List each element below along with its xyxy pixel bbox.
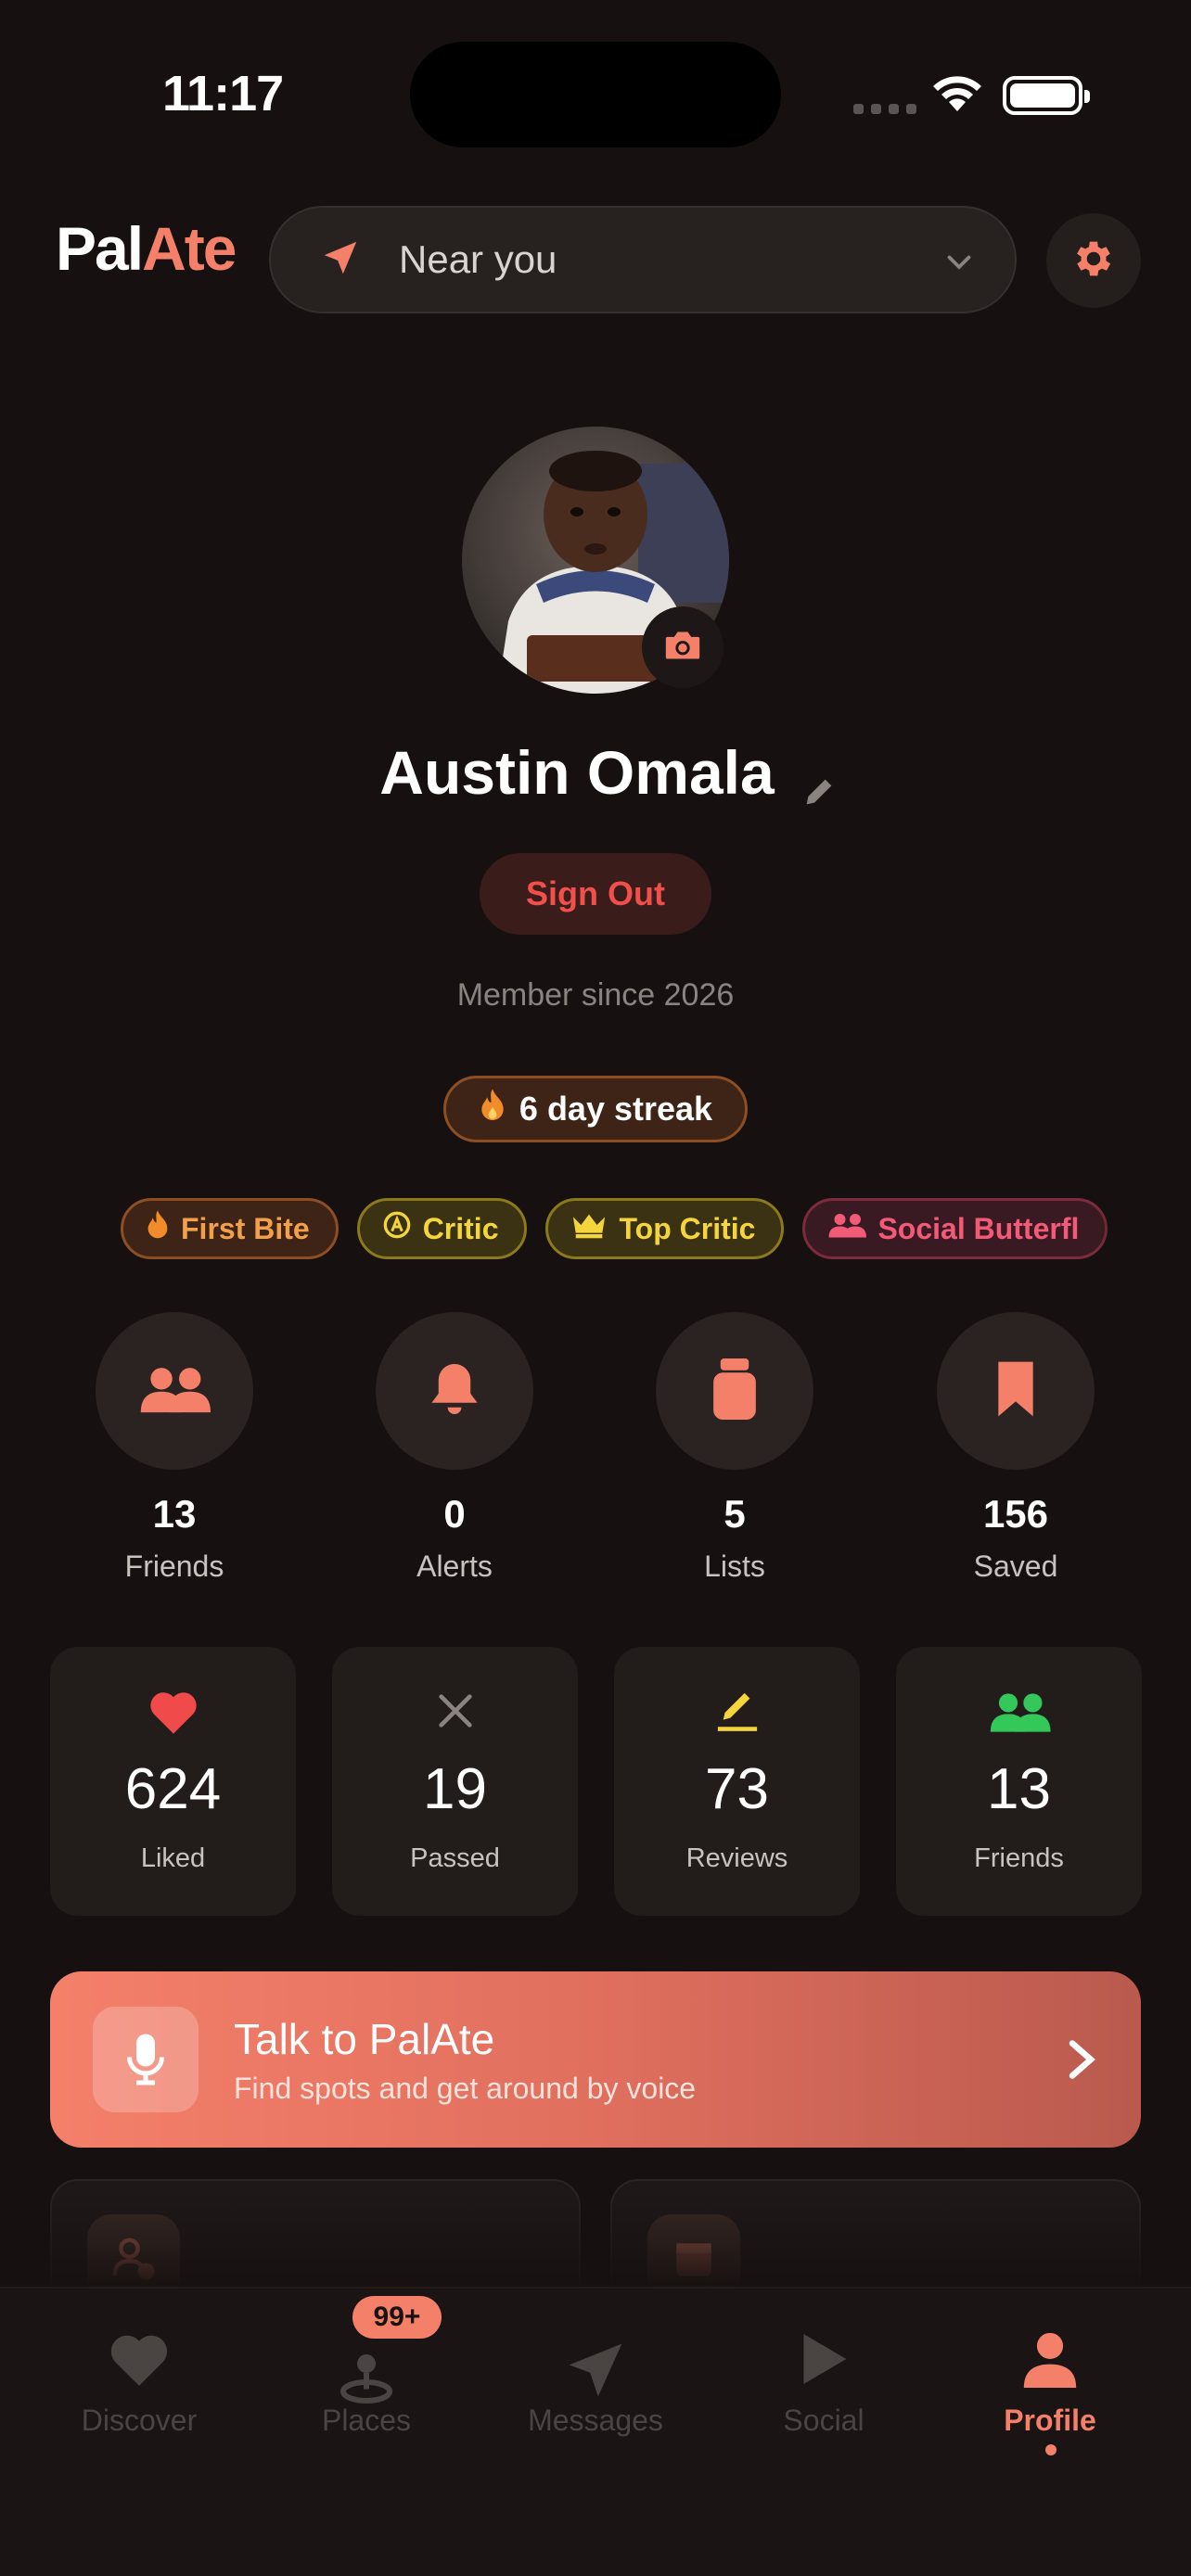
stat-card-liked[interactable]: 624 Liked [50,1647,296,1916]
stat-label: Friends [124,1549,224,1583]
bookmark-icon [995,1359,1036,1423]
tab-label: Profile [1004,2404,1096,2437]
badges-fade [1095,1196,1191,1263]
flame-icon [146,1209,170,1248]
tab-discover[interactable]: Discover [46,2324,232,2438]
stat-value: 0 [443,1492,466,1536]
user-name: Austin Omala [379,738,775,807]
card-value: 73 [705,1757,769,1821]
person-icon [1023,2330,1077,2392]
camera-icon [662,627,703,669]
chevron-right-icon [1063,2036,1100,2087]
card-value: 624 [124,1757,222,1821]
location-label: Near you [399,237,557,281]
badge-label: Social Butterfl [877,1211,1080,1245]
people-icon [138,1363,211,1420]
paper-plane-icon [563,2339,628,2406]
pencil-icon [714,1690,761,1737]
badge-top-critic[interactable]: Top Critic [545,1198,785,1259]
wifi-icon [930,72,984,118]
sign-out-button[interactable]: Sign Out [480,853,711,935]
location-arrow-icon [319,236,362,284]
gear-icon [1070,236,1117,287]
chevron-down-icon [942,245,976,283]
streak-badge: 6 day streak [443,1076,748,1142]
talk-subtitle: Find spots and get around by voice [234,2072,697,2105]
badge-critic[interactable]: Critic [356,1198,528,1259]
tab-label: Places [321,2404,412,2437]
stat-label: Lists [704,1549,765,1583]
stat-value: 156 [982,1492,1049,1536]
heart-icon [148,1690,198,1739]
stat-value: 5 [724,1492,746,1536]
places-notification-badge: 99+ [352,2296,442,2339]
tab-label: Messages [528,2404,663,2437]
settings-button[interactable] [1046,213,1141,308]
people-icon [827,1211,867,1246]
tab-profile[interactable]: Profile [957,2324,1143,2438]
bell-icon [427,1359,482,1423]
tab-label: Discover [81,2404,198,2437]
quick-stat-alerts[interactable]: 0 Alerts [376,1312,533,1584]
talk-to-palate-banner[interactable]: Talk to PalAte Find spots and get around… [50,1971,1141,2148]
tab-messages[interactable]: Messages [503,2324,688,2438]
card-value: 13 [987,1757,1051,1821]
x-icon [434,1690,477,1737]
card-label: Liked [140,1843,206,1873]
stat-label: Saved [973,1549,1058,1583]
change-photo-button[interactable] [642,606,724,688]
scroll-fade [0,2188,1191,2290]
stat-label: Alerts [416,1549,493,1583]
user-name-row: Austin Omala [0,737,1191,808]
card-value: 19 [423,1757,487,1821]
stat-card-friends[interactable]: 13 Friends [896,1647,1142,1916]
play-icon [799,2331,849,2391]
jar-icon [710,1358,760,1424]
status-time: 11:17 [162,66,284,121]
quick-stat-saved[interactable]: 156 Saved [937,1312,1095,1584]
stat-card-reviews[interactable]: 73 Reviews [614,1647,860,1916]
card-label: Friends [974,1843,1064,1873]
tab-bar: Discover Places Messages Social Profile [0,2287,1191,2576]
cellular-signal-icon [853,104,916,114]
battery-icon [1003,76,1090,115]
talk-title: Talk to PalAte [234,2015,495,2063]
badge-label: First Bite [181,1211,310,1245]
app-logo[interactable]: PalAte [56,213,237,284]
badge-label: Critic [422,1211,499,1245]
pin-icon [339,2352,394,2408]
heart-icon [109,2332,170,2391]
stat-card-passed[interactable]: 19 Passed [332,1647,578,1916]
streak-label: 6 day streak [519,1090,713,1128]
crown-icon [570,1211,608,1246]
tab-label: Social [783,2404,864,2437]
card-label: Passed [410,1843,500,1873]
microphone-icon [93,2007,198,2112]
tab-places[interactable]: Places [274,2324,459,2438]
dynamic-island [410,42,781,147]
card-label: Reviews [685,1843,788,1873]
quick-stat-friends[interactable]: 13 Friends [96,1312,253,1584]
member-since-text: Member since 2026 [456,977,735,1013]
active-tab-indicator [1045,2444,1057,2455]
tab-social[interactable]: Social [731,2324,916,2438]
flame-icon [479,1088,506,1131]
achievement-badges[interactable]: First Bite Critic Top Critic Social Butt… [121,1198,1191,1261]
edit-name-pencil-icon[interactable] [800,754,838,824]
badge-social-butterfly[interactable]: Social Butterfl [802,1198,1108,1259]
stat-value: 13 [152,1492,197,1536]
quick-stat-lists[interactable]: 5 Lists [656,1312,813,1584]
people-icon [988,1690,1051,1739]
badge-label: Top Critic [619,1211,756,1245]
critic-icon [382,1210,412,1247]
badge-first-bite[interactable]: First Bite [121,1198,339,1259]
location-dropdown[interactable]: Near you [269,206,1017,313]
